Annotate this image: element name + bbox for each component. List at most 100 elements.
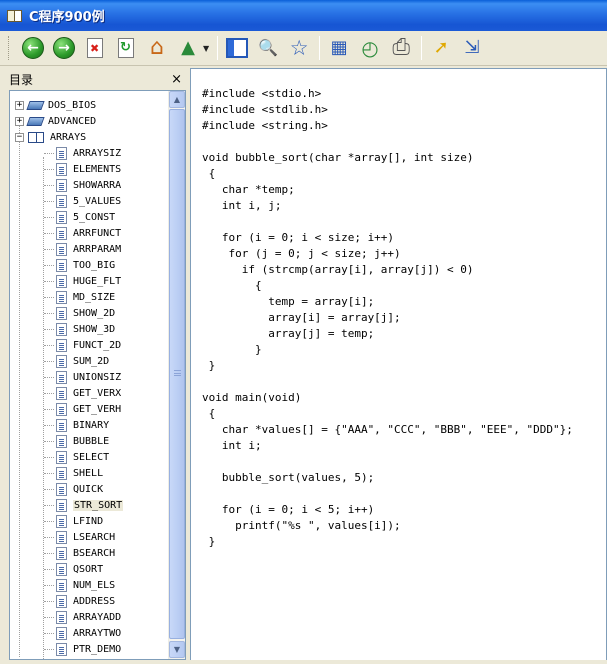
tree-item[interactable]: SHOWARRA [56,177,121,193]
tree-item[interactable]: SELECT [56,449,109,465]
tree-item[interactable]: ELEMENTS [56,161,121,177]
tree-item[interactable]: SHOW_2D [56,305,115,321]
expand-icon[interactable]: + [15,116,24,126]
tree-item[interactable]: LSEARCH [56,529,115,545]
code-line: printf("%s ", values[i]); [202,519,401,532]
open-book-icon [28,131,46,144]
tree-item[interactable]: NUM_ELS [56,577,115,593]
code-line: { [202,279,262,292]
tree-guide-line [44,585,54,586]
tree-item[interactable]: ARRAYSIZ [56,145,121,161]
tree-item[interactable]: UNIONSIZ [56,369,121,385]
scroll-thumb[interactable] [169,109,185,639]
tree-item[interactable]: 5_CONST [56,209,115,225]
tree-item[interactable]: BUBBLE [56,433,109,449]
tree-item[interactable]: LFIND [56,513,103,529]
page-icon [56,242,67,256]
magnifier-icon: 🔍 [258,38,279,57]
tree-item[interactable]: 5_VALUES [56,193,121,209]
tree-item[interactable]: ARRPARAM [56,241,121,257]
tree-item[interactable]: ADDRESS [56,593,115,609]
tree-node-arrays[interactable]: − ARRAYS [15,129,86,145]
page-icon [56,338,67,352]
code-line: #include <string.h> [202,119,328,132]
tree-item[interactable]: TOO_BIG [56,257,115,273]
tree-item-label: QUICK [73,483,104,495]
title-bar[interactable]: C程序900例 [0,0,607,31]
tree-item[interactable]: ARRFUNCT [56,225,121,241]
tree-item[interactable]: HUGE_FLT [56,273,121,289]
forward-button[interactable]: → [51,35,77,61]
tree-item[interactable]: PTR_DEMO [56,641,121,657]
stop-button[interactable] [82,35,108,61]
tree-item[interactable]: QSORT [56,561,103,577]
tree-view[interactable]: + DOS_BIOS + ADVANCED − ARRAYS ARRAYSIZ ELEMENT… [9,90,186,660]
chevron-down-icon[interactable]: ▼ [203,44,209,53]
contents-pane: 目录 × + DOS_BIOS + ADVANCED − ARRAYS ARRAYSIZ EL… [4,70,187,660]
favorites-button[interactable]: ☆ [286,35,312,61]
tree-item[interactable]: SHOW_3D [56,321,115,337]
collapse-icon[interactable]: − [15,132,24,142]
pane-header: 目录 × [4,70,187,89]
toolbar-separator [319,36,321,60]
arrow-right-icon: → [53,37,75,59]
tree-guide-line [44,473,54,474]
scroll-down-button[interactable]: ▼ [169,641,185,658]
expand-icon[interactable]: + [15,100,24,110]
toolbar-separator [217,36,219,60]
tree-item[interactable]: FUNCT_2D [56,337,121,353]
tree-item[interactable]: SHELL [56,465,103,481]
tree-item[interactable]: STR_SORT [56,497,124,513]
export-button[interactable]: ▦ [326,35,352,61]
page-icon [56,322,67,336]
page-icon [56,450,67,464]
tree-item-label: BSEARCH [73,547,116,559]
search-button[interactable]: 🔍 [255,35,281,61]
tree-item-label: SELECT [73,451,110,463]
scroll-up-button[interactable]: ▲ [169,91,185,108]
sync-tree-icon: ▲ [181,37,195,58]
tree-guide-line [44,233,54,234]
show-pane-button[interactable] [224,35,250,61]
tree-node-dos_bios[interactable]: + DOS_BIOS [15,97,96,113]
vertical-scrollbar[interactable]: ▲ ▼ [168,91,185,659]
tree-item-label: BUBBLE [73,435,110,447]
sync-button[interactable]: ▲ [175,35,201,61]
pointer-button[interactable]: ➚ [428,35,454,61]
toolbar-grip[interactable] [8,36,11,60]
tree-item[interactable]: ARRAYTWO [56,625,121,641]
tree-item[interactable]: BSEARCH [56,545,115,561]
tree-item[interactable]: SUM_2D [56,353,109,369]
history-button[interactable]: ◴ [357,35,383,61]
book-icon [26,99,45,111]
tree-node-advanced[interactable]: + ADVANCED [15,113,96,129]
page-icon [56,226,67,240]
tree-item[interactable]: ARRAYADD [56,609,121,625]
tree-item-label: GET_VERX [73,387,122,399]
tree-item[interactable]: MD_SIZE [56,289,115,305]
print-button[interactable]: ⎙ [388,35,414,61]
page-icon [56,466,67,480]
tree-item-label: ARRAYTWO [73,627,122,639]
tree-list: + DOS_BIOS + ADVANCED − ARRAYS ARRAYSIZ ELEMENT… [10,91,170,659]
tree-item[interactable]: GET_VERH [56,401,121,417]
code-line: int i, j; [202,199,282,212]
exit-button[interactable]: ⇲ [459,35,485,61]
tree-item[interactable]: BINARY [56,417,109,433]
page-icon [56,178,67,192]
back-button[interactable]: ← [20,35,46,61]
exit-icon: ⇲ [464,37,480,58]
tree-guide-line [44,185,54,186]
tree-guide-line [44,345,54,346]
home-button[interactable]: ⌂ [144,35,170,61]
tree-item[interactable]: QUICK [56,481,103,497]
page-icon [56,498,67,512]
close-icon[interactable]: × [171,72,182,87]
code-line: char *values[] = {"AAA", "CCC", "BBB", "… [202,423,573,436]
tree-guide-line [44,521,54,522]
refresh-button[interactable] [113,35,139,61]
tree-item[interactable]: GET_VERX [56,385,121,401]
